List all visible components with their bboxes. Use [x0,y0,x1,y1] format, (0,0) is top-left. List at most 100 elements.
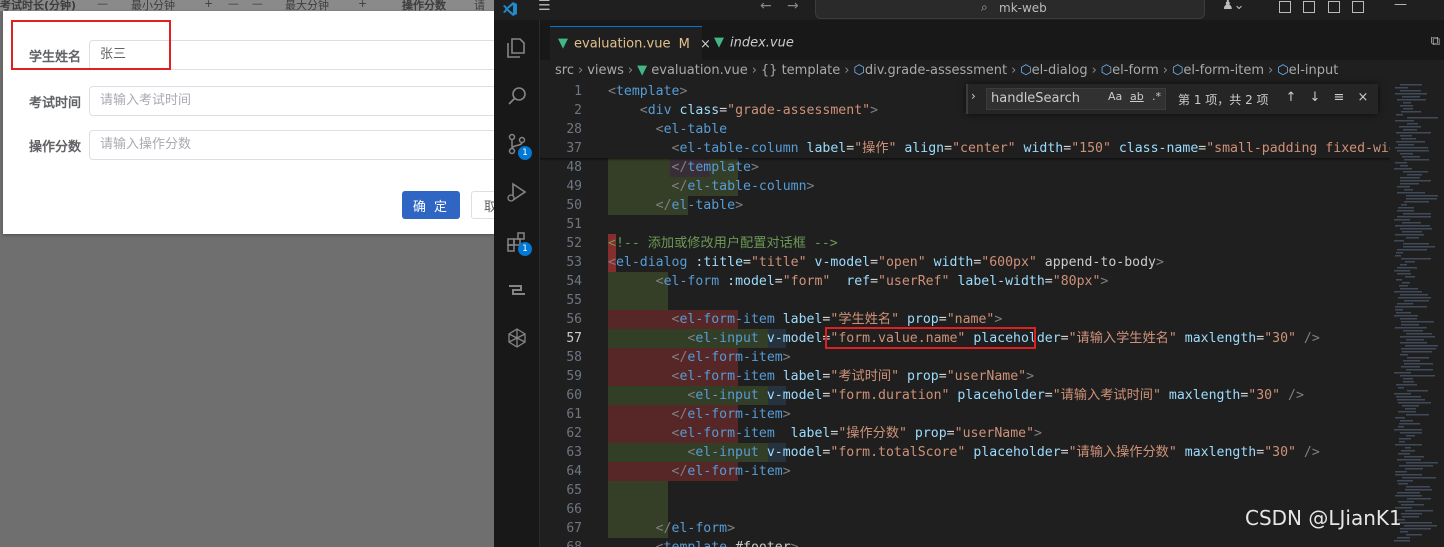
cube-icon: ⬡ [1277,63,1289,78]
code-line[interactable]: 55 [540,291,1390,310]
search-icon[interactable] [505,84,529,108]
minus-icon[interactable]: — [252,0,263,10]
split-editor-icon[interactable]: ⧉ [1431,34,1440,49]
form-label: 操作分数 [28,140,81,155]
plus-icon[interactable]: + [204,0,213,10]
find-result-count: 第 1 项，共 2 项 [1178,93,1269,107]
form-item-exam-time: 考试时间 请输入考试时间 [3,86,494,116]
line-number: 1 [574,84,582,99]
line-number: 57 [566,331,582,346]
minus-icon[interactable]: — [97,0,108,10]
next-match-icon[interactable]: ↓ [1306,89,1324,107]
code-text: <el-form-item label="考试时间" prop="userNam… [671,369,1035,384]
copilot-icon[interactable]: ♟⌄ [1222,0,1245,13]
code-text: <el-dialog :title="title" v-model="open"… [608,255,1164,270]
code-line[interactable]: 49 </el-table-column> [540,177,1390,196]
breadcrumb-item[interactable]: div.grade-assessment [865,63,1007,78]
code-line[interactable]: 65 [540,481,1390,500]
breadcrumb-item[interactable]: src [555,63,574,78]
close-icon[interactable]: × [1354,89,1372,107]
code-text: <!-- 添加或修改用户配置对话框 --> [608,236,838,251]
breadcrumb-item[interactable]: el-form-item [1183,63,1264,78]
regex-icon[interactable]: .* [1152,90,1161,103]
line-number: 67 [566,521,582,536]
code-line[interactable]: 58 </el-form-item> [540,348,1390,367]
code-line[interactable]: 52 <!-- 添加或修改用户配置对话框 --> [540,234,1390,253]
indent-guide-band [608,481,668,500]
remote-explorer-icon[interactable] [505,278,529,302]
line-number: 55 [566,293,582,308]
table-header-max: 最大分钟 [285,0,329,11]
breadcrumb-item[interactable]: el-dialog [1032,63,1088,78]
code-text: <el-form :model="form" ref="userRef" lab… [655,274,1109,289]
find-widget: › handleSearch Aa ab .* 第 1 项，共 2 项 ↑ ↓ … [966,84,1378,114]
layout-panel-icon[interactable] [1303,1,1315,13]
code-text: </el-form-item> [671,407,791,422]
sticky-scroll-shadow [540,158,1390,161]
line-number: 37 [566,141,582,156]
code-line[interactable]: 53 <el-dialog :title="title" v-model="ope… [540,253,1390,272]
code-line[interactable]: 37 <el-table-column label="操作" align="ce… [540,139,1390,158]
layout-secondary-icon[interactable] [1352,1,1364,13]
code-line[interactable]: 60 <el-input v-model="form.duration" pla… [540,386,1390,405]
breadcrumb-item[interactable]: {} template [761,63,840,78]
line-number: 63 [566,445,582,460]
code-editor[interactable]: 1 <template> 2 <div class="grade-assessmen… [540,82,1390,547]
code-line[interactable]: 51 [540,215,1390,234]
whole-word-icon[interactable]: ab [1130,90,1144,103]
menu-icon[interactable]: ☰ [538,0,551,14]
minus-icon[interactable]: — [228,0,239,10]
code-line[interactable]: 54 <el-form :model="form" ref="userRef" … [540,272,1390,291]
extensions-badge: 1 [518,242,532,256]
chevron-right-icon[interactable]: › [971,89,976,103]
cancel-button[interactable]: 取 [471,191,494,219]
score-input[interactable]: 请输入操作分数 [89,130,494,160]
breadcrumb-item[interactable]: el-form [1112,63,1159,78]
minimap[interactable] [1390,82,1444,547]
line-number: 54 [566,274,582,289]
code-text: </el-table-column> [671,179,815,194]
code-text: <template #footer> [608,538,799,547]
tab-evaluation-vue[interactable]: ▼ evaluation.vue M × [550,26,711,60]
confirm-button[interactable]: 确 定 [402,191,460,219]
previous-match-icon[interactable]: ↑ [1282,89,1300,107]
breadcrumb-item[interactable]: el-input [1289,63,1339,78]
forward-arrow-icon[interactable]: → [787,0,799,14]
code-line[interactable]: 64 </el-form-item> [540,462,1390,481]
match-case-icon[interactable]: Aa [1108,90,1122,103]
code-line[interactable]: 50 </el-table> [540,196,1390,215]
line-number: 28 [566,122,582,137]
breadcrumb-item[interactable]: evaluation.vue [651,63,747,78]
find-in-selection-icon[interactable]: ≡ [1330,89,1348,107]
code-text: </el-form-item> [671,350,791,365]
code-text: <el-input v-model="form.duration" placeh… [687,388,1304,403]
plus-icon[interactable]: + [358,0,367,10]
line-number: 65 [566,483,582,498]
line-number: 64 [566,464,582,479]
layout-bottom-icon[interactable] [1328,1,1340,13]
exam-time-input[interactable]: 请输入考试时间 [89,86,494,116]
code-text: </el-form> [655,521,736,536]
code-line[interactable]: 68 <template #footer> [540,538,1390,547]
code-line[interactable]: 63 <el-input v-model="form.totalScore" p… [540,443,1390,462]
back-arrow-icon[interactable]: ← [760,0,772,14]
indent-guide-band [608,291,668,310]
command-search-box[interactable]: ⌕ mk-web [815,0,1205,19]
code-line[interactable]: 28 <el-table [540,120,1390,139]
code-text: </el-table> [655,198,744,213]
user-config-dialog: 学生姓名 张三 考试时间 请输入考试时间 操作分数 请输入操作分数 确 定 取 [3,11,494,234]
line-number: 51 [566,217,582,232]
explorer-icon[interactable] [505,36,529,60]
accounts-icon[interactable] [505,326,529,350]
line-number: 56 [566,312,582,327]
code-line[interactable]: 61 </el-form-item> [540,405,1390,424]
search-box-label: mk-web [999,1,1047,15]
minimize-icon[interactable]: — [1394,0,1407,12]
tab-index-vue[interactable]: ▼ index.vue [706,26,816,60]
run-debug-icon[interactable] [505,180,529,204]
code-line[interactable]: 59 <el-form-item label="考试时间" prop="user… [540,367,1390,386]
line-number: 66 [566,502,582,517]
breadcrumb-item[interactable]: views [587,63,624,78]
code-line[interactable]: 62 <el-form-item label="操作分数" prop="user… [540,424,1390,443]
layout-sidebar-icon[interactable] [1279,1,1291,13]
